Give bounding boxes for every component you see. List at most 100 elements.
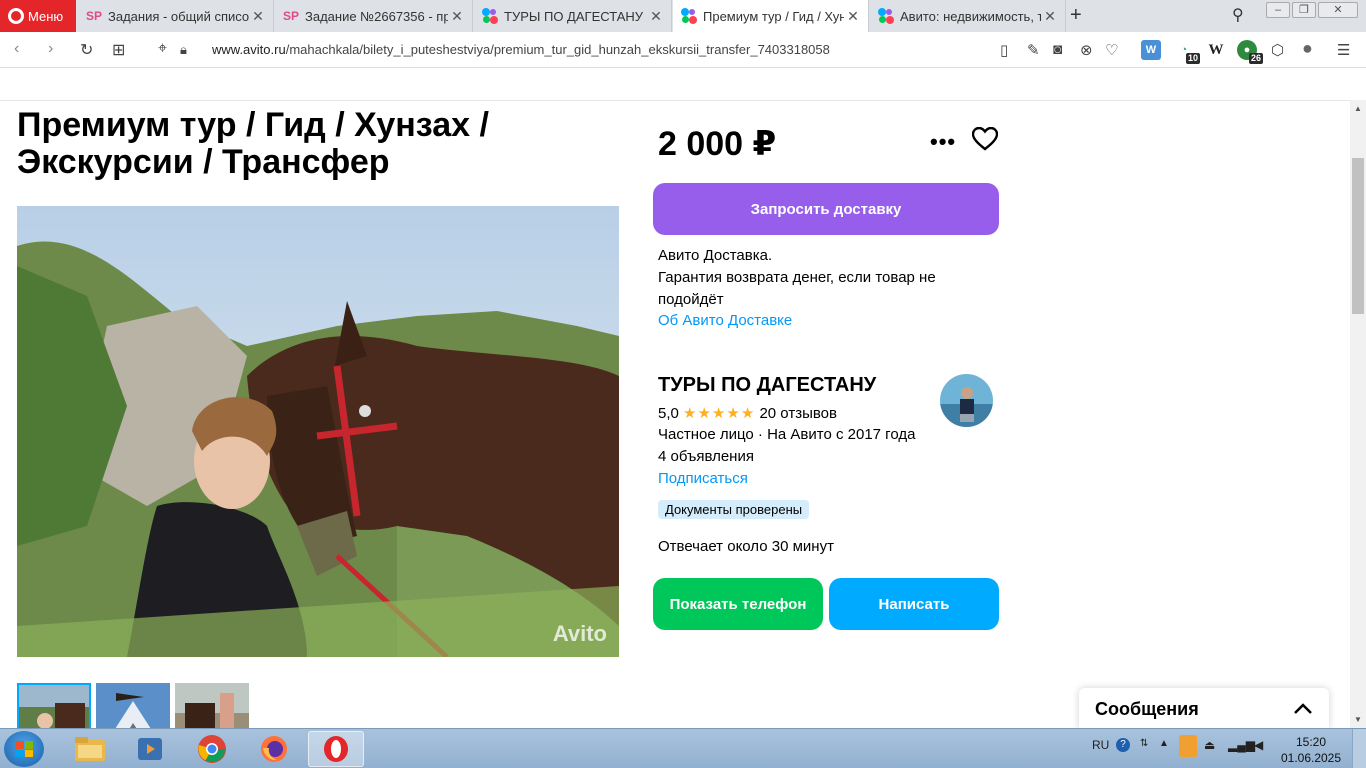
close-window-button[interactable]: ✕: [1318, 2, 1358, 18]
close-icon[interactable]: ✕: [249, 8, 267, 25]
seo-extension-icon[interactable]: ◔ 10: [1174, 40, 1200, 64]
browser-tab[interactable]: SP Задания - общий список з ✕: [78, 0, 274, 32]
help-icon[interactable]: ?: [1116, 738, 1130, 752]
close-icon[interactable]: ✕: [448, 8, 466, 25]
subscribe-link[interactable]: Подписаться: [658, 468, 748, 490]
extension-badge: 26: [1248, 53, 1263, 64]
reload-icon[interactable]: ↻: [80, 40, 93, 60]
browser-tab[interactable]: Авито: недвижимость, тра ✕: [870, 0, 1066, 32]
thumbnail-photo[interactable]: [96, 683, 170, 728]
messages-panel[interactable]: Сообщения: [1079, 688, 1329, 728]
scrollbar-thumb[interactable]: [1352, 158, 1364, 314]
messages-label: Сообщения: [1095, 698, 1199, 719]
media-player-icon[interactable]: [122, 731, 178, 767]
avito-icon: [681, 8, 697, 24]
tab-title: Задания - общий список з: [108, 8, 249, 24]
wikipedia-extension-icon[interactable]: W: [1206, 40, 1226, 60]
thumbnail-photo[interactable]: [175, 683, 249, 728]
scroll-up-arrow-icon[interactable]: ▲: [1354, 104, 1362, 113]
reviews-link[interactable]: 20 отзывов: [759, 405, 837, 422]
reader-mode-icon[interactable]: ▯: [1000, 41, 1008, 59]
browser-tab[interactable]: ТУРЫ ПО ДАГЕСТАНУ - оф ✕: [474, 0, 672, 32]
url-field[interactable]: www.avito.ru/mahachkala/bilety_i_puteshe…: [212, 42, 830, 57]
rds-extension-icon[interactable]: ● 26: [1237, 40, 1263, 64]
minimize-button[interactable]: ‒: [1266, 2, 1290, 18]
close-icon[interactable]: ✕: [1041, 8, 1059, 25]
request-delivery-button[interactable]: Запросить доставку: [653, 183, 999, 235]
network-signal-icon[interactable]: ▂▄▆: [1228, 738, 1255, 752]
tab-title: Задание №2667356 - про: [305, 8, 448, 24]
avito-watermark: Avito: [552, 621, 607, 646]
sp-icon: SP: [283, 9, 300, 23]
browser-tab-active[interactable]: Премиум тур / Гид / Хунза ✕: [673, 0, 869, 32]
about-delivery-link[interactable]: Об Авито Доставке: [658, 310, 792, 332]
write-message-button[interactable]: Написать: [829, 578, 999, 630]
back-arrow-icon[interactable]: ‹: [14, 40, 19, 58]
speed-dial-grid-icon[interactable]: ⊞: [112, 40, 125, 60]
seller-avatar[interactable]: [940, 374, 993, 427]
camera-snapshot-icon[interactable]: ◙: [1053, 41, 1062, 58]
ime-arrow-icon[interactable]: ⇅: [1140, 738, 1148, 749]
profile-avatar-icon[interactable]: ●: [1302, 38, 1313, 59]
extension-badge: 10: [1185, 53, 1200, 64]
start-button[interactable]: [4, 731, 44, 767]
cube-extension-icon[interactable]: ⬡: [1271, 41, 1284, 59]
page-scrollbar[interactable]: ▲ ▼: [1350, 100, 1366, 728]
office-tray-icon[interactable]: [1179, 735, 1197, 757]
windows-taskbar: RU ? ⇅ ▲ ⏏ ▂▄▆ ◀ 15:20 01.06.2025: [0, 728, 1366, 768]
tab-title: Авито: недвижимость, тра: [900, 8, 1041, 24]
avito-icon: [482, 8, 498, 24]
show-hidden-icons-icon[interactable]: ▲: [1159, 738, 1169, 749]
favorite-heart-icon[interactable]: [971, 126, 999, 156]
seller-rating-row: 5,0 ★★★★★ 20 отзывов: [658, 403, 837, 425]
volume-icon[interactable]: ◀: [1254, 738, 1263, 752]
show-phone-button[interactable]: Показать телефон: [653, 578, 823, 630]
lock-icon[interactable]: 🔒︎: [180, 42, 187, 58]
chrome-icon[interactable]: [184, 731, 240, 767]
word-extension-icon[interactable]: W: [1141, 40, 1161, 60]
windows-logo-icon: [15, 741, 33, 757]
close-icon[interactable]: ✕: [844, 8, 862, 25]
search-tabs-icon[interactable]: ⚲: [1232, 5, 1244, 25]
listing-price: 2 000 ₽: [658, 125, 777, 163]
file-explorer-icon[interactable]: [62, 731, 118, 767]
show-desktop-button[interactable]: [1352, 729, 1366, 768]
forward-arrow-icon[interactable]: ›: [48, 40, 53, 58]
opera-icon[interactable]: [308, 731, 364, 767]
seller-name[interactable]: ТУРЫ ПО ДАГЕСТАНУ: [658, 374, 876, 397]
clock-date: 01.06.2025: [1280, 751, 1342, 765]
avito-icon: [878, 8, 894, 24]
system-clock[interactable]: 15:20 01.06.2025: [1276, 734, 1346, 766]
page-content: Премиум тур / Гид / Хунзах / Экскурсии /…: [0, 69, 1350, 728]
rating-stars-icon: ★★★★★: [683, 405, 756, 422]
listing-main-photo[interactable]: Avito: [17, 206, 619, 657]
header-divider: [0, 100, 1350, 101]
heart-bookmark-icon[interactable]: ♡: [1105, 41, 1118, 59]
sp-icon: SP: [86, 9, 103, 23]
scroll-down-arrow-icon[interactable]: ▼: [1354, 715, 1362, 724]
response-time: Отвечает около 30 минут: [658, 538, 834, 555]
firefox-icon[interactable]: [246, 731, 302, 767]
more-options-icon[interactable]: •••: [930, 129, 956, 155]
tab-title: Премиум тур / Гид / Хунза: [703, 8, 844, 24]
browser-tab[interactable]: SP Задание №2667356 - про ✕: [275, 0, 473, 32]
photo-thumbnails: [17, 683, 249, 728]
close-icon[interactable]: ✕: [647, 8, 665, 25]
chevron-up-icon[interactable]: [1293, 699, 1313, 720]
restore-button[interactable]: ❐: [1292, 2, 1316, 18]
seller-ads-count[interactable]: 4 объявления: [658, 446, 754, 468]
usb-device-icon[interactable]: ⏏: [1204, 738, 1215, 752]
delivery-title: Авито Доставка.: [658, 247, 773, 264]
easy-setup-menu-icon[interactable]: ☰: [1337, 41, 1350, 59]
opera-menu-button[interactable]: Меню: [0, 0, 76, 32]
listing-title: Премиум тур / Гид / Хунзах / Экскурсии /…: [17, 106, 489, 181]
language-indicator[interactable]: RU: [1092, 738, 1109, 752]
location-pin-icon[interactable]: ⌖: [158, 40, 167, 58]
url-path: /mahachkala/bilety_i_puteshestviya/premi…: [285, 42, 830, 57]
thumbnail-photo-selected[interactable]: [17, 683, 91, 728]
rating-value: 5,0: [658, 405, 679, 422]
new-tab-plus-icon[interactable]: +: [1070, 4, 1082, 27]
block-ads-icon[interactable]: ⊗: [1080, 41, 1093, 59]
tab-title: ТУРЫ ПО ДАГЕСТАНУ - оф: [504, 8, 647, 24]
edit-icon[interactable]: ✎: [1027, 41, 1040, 59]
